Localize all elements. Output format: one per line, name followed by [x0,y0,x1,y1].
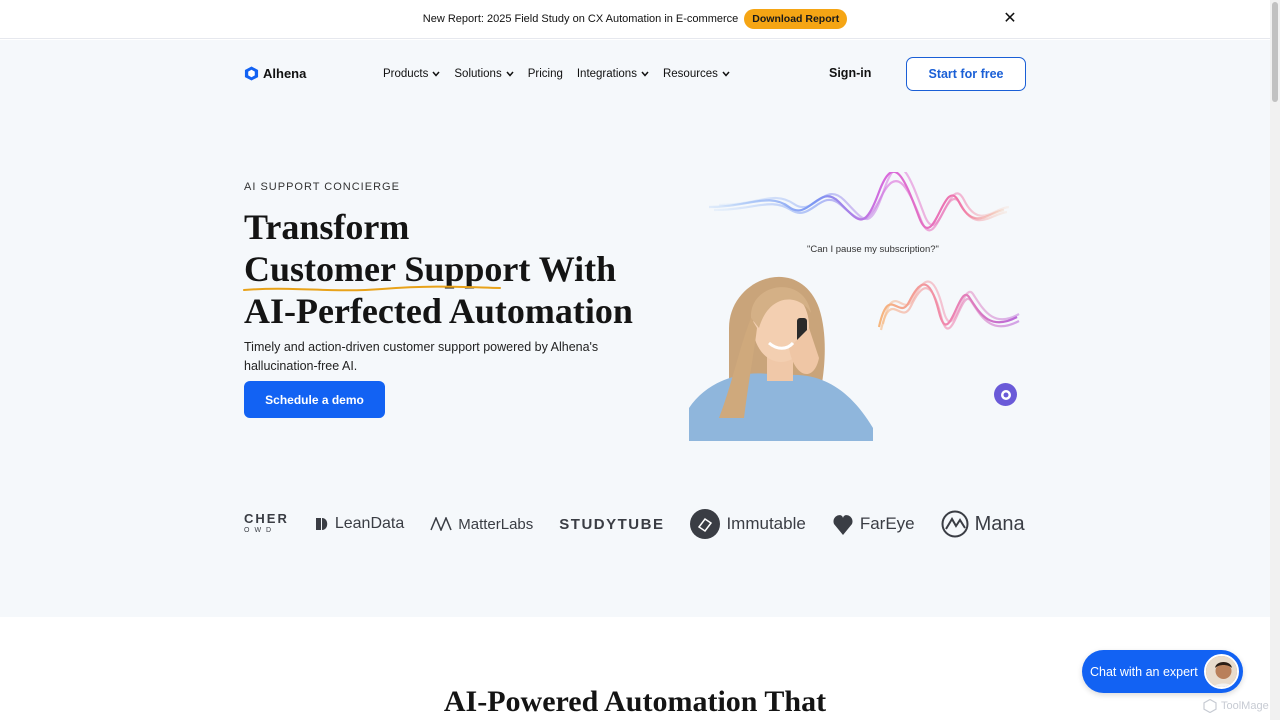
close-icon[interactable]: ✕ [1002,11,1018,27]
immutable-mark-icon [690,509,721,539]
nav-pricing-label: Pricing [527,68,563,80]
logo-immutable-text: Immutable [726,514,806,533]
watermark: ToolMage [1203,699,1269,713]
fareye-mark-icon [833,515,853,535]
logo-fareye: FarEye [832,512,915,536]
start-for-free-button[interactable]: Start for free [906,57,1026,91]
headline-emphasis: Customer Support [243,248,531,292]
customer-photo [689,258,873,441]
nav-products[interactable]: Products [383,68,440,80]
avatar-portrait [1206,656,1237,687]
leandata-mark-icon [315,518,328,530]
logo-immutable: Immutable [690,509,806,539]
nav-resources[interactable]: Resources [663,68,730,80]
chevron-down-icon [506,71,514,77]
expert-avatar [1204,654,1239,689]
logo-mana: Mana [941,510,1025,538]
schedule-demo-button[interactable]: Schedule a demo [244,381,385,418]
chevron-down-icon [432,71,440,77]
headline-pre: Transform [244,207,410,247]
customer-quote: "Can I pause my subscription?" [807,244,939,255]
section-title: AI-Powered Automation That [443,685,827,718]
customer-logos-strip: CHER OWD LeanData MatterLabs STUDYTUBE I… [244,506,1026,542]
nav-integrations[interactable]: Integrations [577,68,649,80]
bottom-waveform [877,280,1020,331]
hero-subtext: Timely and action-driven customer suppor… [244,340,599,373]
hero-headline: Transform Customer Support With AI-Perfe… [243,206,664,332]
headline-emph-text: Customer Support [244,249,531,289]
download-report-button[interactable]: Download Report [744,9,848,29]
logo-cherowd: CHER OWD [244,510,289,536]
headset-icon [1000,389,1011,400]
mana-mark-icon [941,510,969,538]
logo-studytube-text: STUDYTUBE [559,515,665,533]
chat-with-expert-button[interactable]: Chat with an expert [1082,650,1243,693]
sign-in-link[interactable]: Sign-in [829,66,871,80]
logo-mana-text: Mana [974,512,1025,535]
scrollbar-thumb[interactable] [1272,2,1278,102]
brand-name: Alhena [263,66,307,81]
page-scrollbar[interactable] [1270,0,1280,720]
brand-logo[interactable]: Alhena [244,66,306,81]
logo-leandata-text: LeanData [334,515,405,532]
watermark-hex-icon [1203,699,1217,713]
main-nav: Products Solutions Pricing Integrations … [383,68,730,80]
logo-matterlabs-text: MatterLabs [458,515,534,533]
chat-label: Chat with an expert [1090,664,1198,679]
watermark-text: ToolMage [1221,700,1269,712]
logo-studytube: STUDYTUBE [559,516,664,533]
logo-cherowd-top: CHER [244,510,289,526]
nav-solutions-label: Solutions [454,68,502,80]
logo-matterlabs: MatterLabs [430,516,533,533]
logo-fareye-text: FarEye [859,514,915,533]
voice-assistant-icon[interactable] [994,383,1017,406]
top-waveform [708,172,1010,232]
chevron-down-icon [641,71,649,77]
logo-cherowd-bottom: OWD [244,526,277,534]
nav-solutions[interactable]: Solutions [454,68,514,80]
matterlabs-mark-icon [430,517,452,531]
nav-resources-label: Resources [662,68,718,80]
nav-pricing[interactable]: Pricing [528,68,563,80]
logo-leandata: LeanData [315,515,404,533]
nav-integrations-label: Integrations [576,68,637,80]
hero-eyebrow: AI SUPPORT CONCIERGE [244,181,400,193]
chevron-down-icon [722,71,730,77]
announcement-text: New Report: 2025 Field Study on CX Autom… [422,13,739,25]
underline-squiggle-icon [243,285,501,292]
alhena-logo-icon [244,66,259,81]
announcement-bar: New Report: 2025 Field Study on CX Autom… [0,0,1270,39]
nav-products-label: Products [383,68,429,80]
